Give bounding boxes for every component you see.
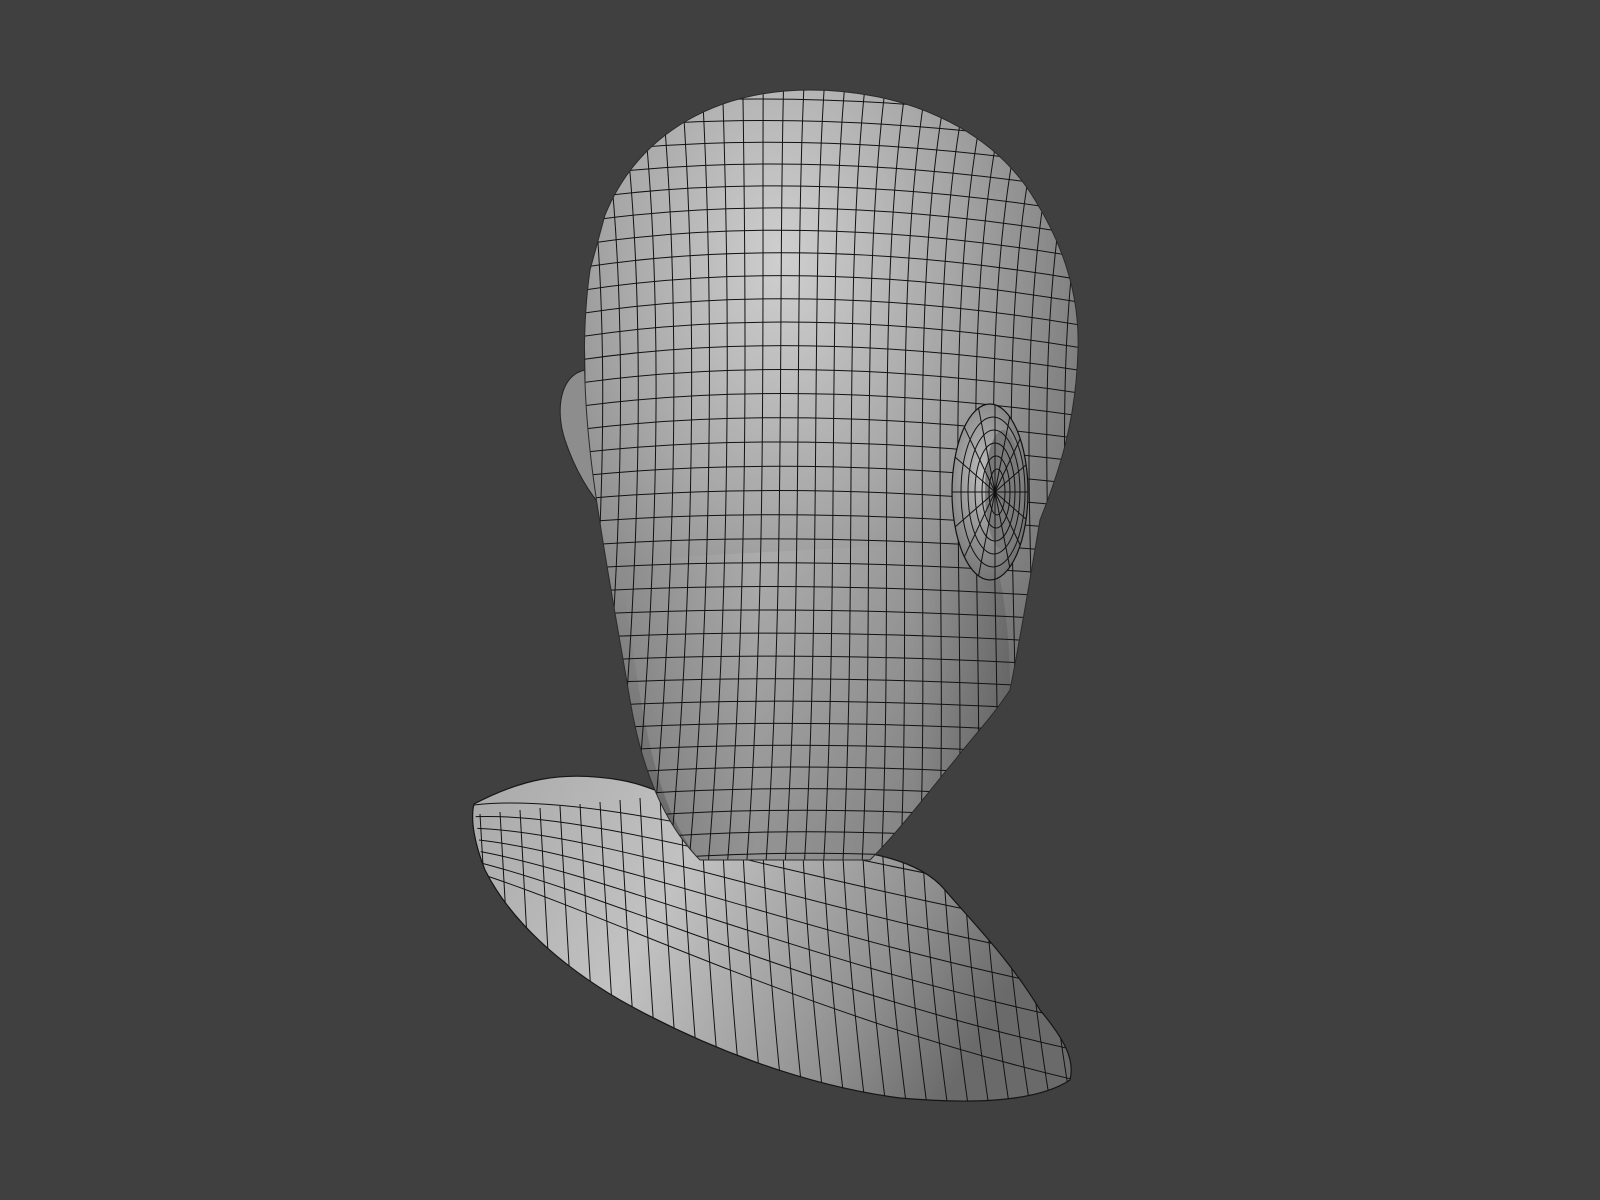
wireframe-edge: [533, 85, 567, 880]
wireframe-edge: [1082, 85, 1130, 880]
wireframe-edge: [1064, 90, 1079, 860]
wireframe-edge: [584, 90, 586, 860]
wireframe-edge: [1100, 85, 1151, 880]
head-mesh-render: [472, 85, 1151, 1102]
head-and-neck: [514, 85, 1151, 880]
wireframe-edge: [514, 85, 550, 880]
3d-viewport[interactable]: [0, 0, 1600, 1200]
